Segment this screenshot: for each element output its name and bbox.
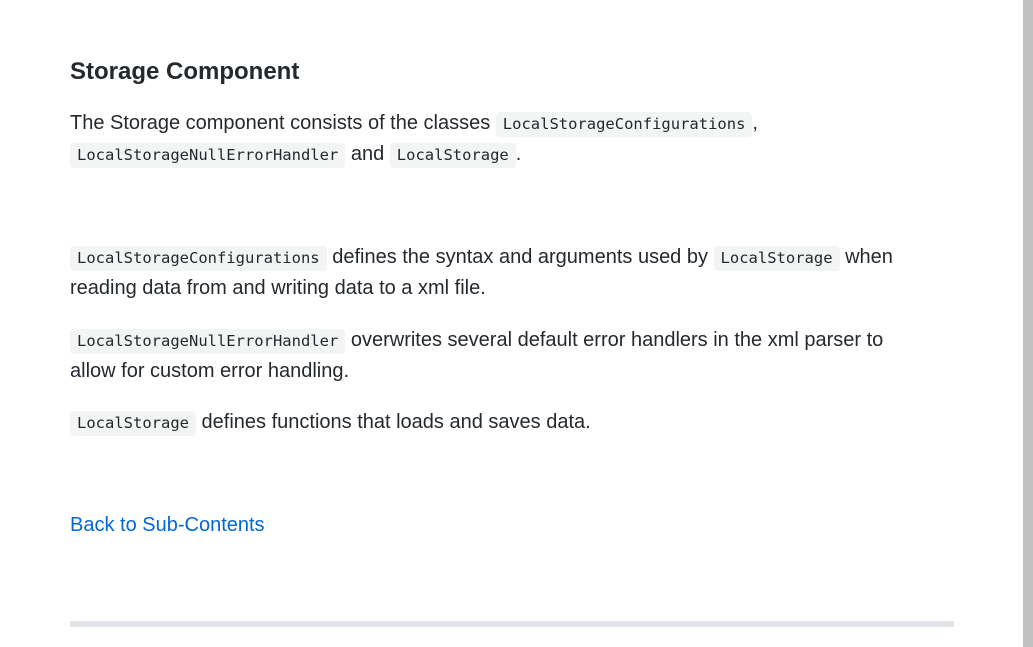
code-local-storage-null-error-handler: LocalStorageNullErrorHandler <box>70 329 346 354</box>
code-local-storage-configurations: LocalStorageConfigurations <box>70 246 327 271</box>
code-local-storage-null-error-handler: LocalStorageNullErrorHandler <box>70 143 346 168</box>
local-storage-paragraph: LocalStorage defines functions that load… <box>70 407 930 438</box>
vertical-scrollbar[interactable] <box>1023 0 1033 647</box>
intro-text-3: and <box>345 143 390 165</box>
intro-text-4: . <box>515 143 522 165</box>
code-local-storage: LocalStorage <box>713 246 840 271</box>
code-local-storage: LocalStorage <box>70 411 196 436</box>
scrollbar-thumb[interactable] <box>1023 0 1033 647</box>
section-divider <box>70 621 954 627</box>
configurations-paragraph: LocalStorageConfigurations defines the s… <box>70 242 930 303</box>
intro-text-1: The Storage component consists of the cl… <box>70 112 496 134</box>
configurations-text-1: defines the syntax and arguments used by <box>326 246 714 268</box>
intro-text-2: , <box>752 112 758 134</box>
intro-paragraph: The Storage component consists of the cl… <box>70 108 930 170</box>
null-handler-paragraph: LocalStorageNullErrorHandler overwrites … <box>70 325 930 386</box>
code-local-storage: LocalStorage <box>389 143 516 168</box>
section-heading: Storage Component <box>70 58 300 85</box>
code-local-storage-configurations: LocalStorageConfigurations <box>495 112 753 137</box>
local-storage-text: defines functions that loads and saves d… <box>195 411 591 433</box>
back-to-sub-contents-link[interactable]: Back to Sub-Contents <box>70 510 265 540</box>
